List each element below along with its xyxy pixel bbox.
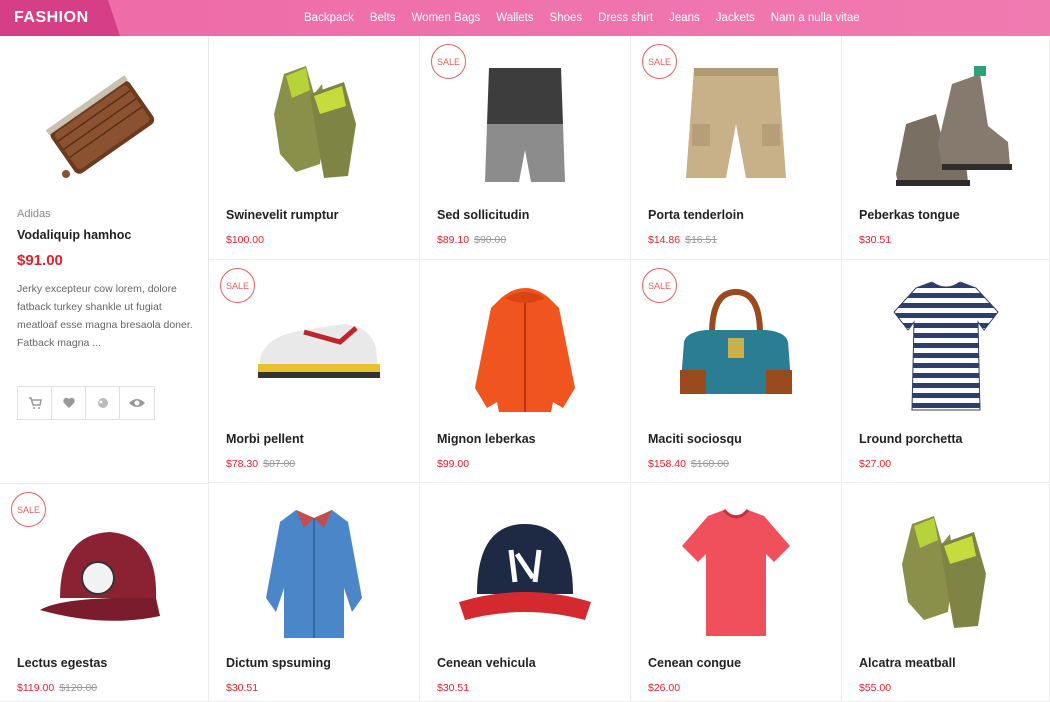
- product-name[interactable]: Cenean vehicula: [437, 656, 536, 670]
- product-price: $55.00: [859, 682, 891, 694]
- current-price: $30.51: [859, 234, 892, 246]
- product-card[interactable]: Mignon leberkas $99.00: [420, 260, 631, 483]
- product-name[interactable]: Porta tenderloin: [648, 208, 744, 222]
- product-card[interactable]: Peberkas tongue $30.51: [842, 36, 1050, 260]
- product-price: $30.51: [226, 682, 258, 694]
- product-name[interactable]: Sed sollicitudin: [437, 208, 529, 222]
- current-price: $99.00: [437, 458, 470, 470]
- compare-icon: [97, 398, 108, 408]
- current-price: $14.86: [648, 234, 681, 246]
- current-price: $89.10: [437, 234, 470, 246]
- product-name[interactable]: Lectus egestas: [17, 656, 107, 670]
- current-price: $78.30: [226, 458, 259, 470]
- product-price: $119.00 $120.00: [17, 682, 97, 694]
- nav-item-dress-shirt[interactable]: Dress shirt: [598, 12, 653, 24]
- product-price: $30.51: [437, 682, 469, 694]
- current-price: $30.51: [226, 682, 259, 694]
- product-price: $78.30 $87.00: [226, 458, 295, 470]
- eye-icon: [129, 399, 145, 407]
- old-price: $16.51: [685, 234, 718, 246]
- top-navigation-bar: FASHION Backpack Belts Women Bags Wallet…: [0, 0, 1050, 36]
- shorts-icon: [686, 68, 786, 178]
- handbag-icon: [680, 288, 792, 394]
- old-price: $87.00: [263, 458, 296, 470]
- current-price: $119.00: [17, 682, 55, 694]
- brand-logo[interactable]: FASHION: [0, 0, 120, 36]
- product-price: $14.86 $16.51: [648, 234, 717, 246]
- product-card[interactable]: Lround porchetta $27.00: [842, 260, 1050, 483]
- gloves-icon: [901, 516, 986, 628]
- nav-item-nam-a-nulla-vitae[interactable]: Nam a nulla vitae: [771, 12, 860, 24]
- product-card[interactable]: Cenean congue $26.00: [631, 484, 842, 702]
- product-card[interactable]: SALE Maciti sociosqu $158.40 $160.00: [631, 260, 842, 483]
- shorts-icon: [485, 68, 565, 182]
- featured-title[interactable]: Vodaliquip hamhoc: [17, 228, 131, 242]
- product-name[interactable]: Peberkas tongue: [859, 208, 960, 222]
- nav-item-wallets[interactable]: Wallets: [496, 12, 533, 24]
- current-price: $30.51: [437, 682, 470, 694]
- current-price: $158.40: [648, 458, 686, 470]
- product-name[interactable]: Cenean congue: [648, 656, 741, 670]
- cart-icon: [28, 397, 42, 409]
- product-name[interactable]: Lround porchetta: [859, 432, 962, 446]
- featured-price: $91.00: [17, 252, 63, 269]
- shirt-icon: [266, 510, 362, 638]
- product-price: $89.10 $90.00: [437, 234, 506, 246]
- cap-icon: [459, 524, 591, 620]
- old-price: $160.00: [690, 458, 729, 470]
- product-price: $100.00: [226, 234, 264, 246]
- nav-item-belts[interactable]: Belts: [370, 12, 396, 24]
- product-name[interactable]: Swinevelit rumptur: [226, 208, 339, 222]
- featured-action-buttons: [17, 386, 155, 420]
- tshirt-icon: [892, 281, 999, 411]
- heart-icon: [62, 397, 75, 408]
- product-name[interactable]: Mignon leberkas: [437, 432, 536, 446]
- nav-item-jackets[interactable]: Jackets: [716, 12, 755, 24]
- product-card[interactable]: SALE Morbi pellent $78.30 $87.00: [209, 260, 420, 483]
- current-price: $55.00: [859, 682, 892, 694]
- add-to-cart-button[interactable]: [18, 387, 52, 419]
- sneaker-icon: [258, 324, 380, 378]
- product-name[interactable]: Dictum spsuming: [226, 656, 331, 670]
- product-card[interactable]: Alcatra meatball $55.00: [842, 484, 1050, 702]
- product-price: $158.40 $160.00: [648, 458, 729, 470]
- gloves-icon: [274, 66, 356, 178]
- featured-product-card: Adidas Vodaliquip hamhoc $91.00 Jerky ex…: [0, 36, 209, 484]
- compare-button[interactable]: [86, 387, 120, 419]
- wishlist-button[interactable]: [52, 387, 86, 419]
- nav-item-women-bags[interactable]: Women Bags: [411, 12, 480, 24]
- product-card[interactable]: Swinevelit rumptur $100.00: [209, 36, 420, 260]
- product-name[interactable]: Morbi pellent: [226, 432, 304, 446]
- product-card[interactable]: SALE Lectus egestas $119.00 $120.00: [0, 484, 209, 702]
- cap-icon: [40, 532, 160, 621]
- product-card[interactable]: Cenean vehicula $30.51: [420, 484, 631, 702]
- current-price: $100.00: [226, 234, 264, 246]
- product-price: $26.00: [648, 682, 680, 694]
- boots-icon: [895, 66, 1012, 186]
- product-price: $30.51: [859, 234, 891, 246]
- nav-item-backpack[interactable]: Backpack: [304, 12, 354, 24]
- product-card[interactable]: SALE Sed sollicitudin $89.10 $90.00: [420, 36, 631, 260]
- featured-brand[interactable]: Adidas: [17, 208, 51, 220]
- tshirt-icon: [682, 508, 790, 636]
- old-price: $120.00: [59, 682, 98, 694]
- current-price: $27.00: [859, 458, 892, 470]
- nav-item-shoes[interactable]: Shoes: [550, 12, 583, 24]
- nav-item-jeans[interactable]: Jeans: [669, 12, 700, 24]
- jacket-icon: [475, 288, 575, 412]
- product-card[interactable]: Dictum spsuming $30.51: [209, 484, 420, 702]
- product-name[interactable]: Alcatra meatball: [859, 656, 956, 670]
- product-card[interactable]: SALE Porta tenderloin $14.86 $16.51: [631, 36, 842, 260]
- product-name[interactable]: Maciti sociosqu: [648, 432, 742, 446]
- old-price: $90.00: [474, 234, 507, 246]
- wallet-icon[interactable]: [30, 54, 170, 194]
- product-price: $99.00: [437, 458, 469, 470]
- current-price: $26.00: [648, 682, 681, 694]
- product-price: $27.00: [859, 458, 891, 470]
- quick-view-button[interactable]: [120, 387, 154, 419]
- main-nav: Backpack Belts Women Bags Wallets Shoes …: [296, 0, 868, 36]
- featured-description: Jerky excepteur cow lorem, dolore fatbac…: [17, 283, 193, 349]
